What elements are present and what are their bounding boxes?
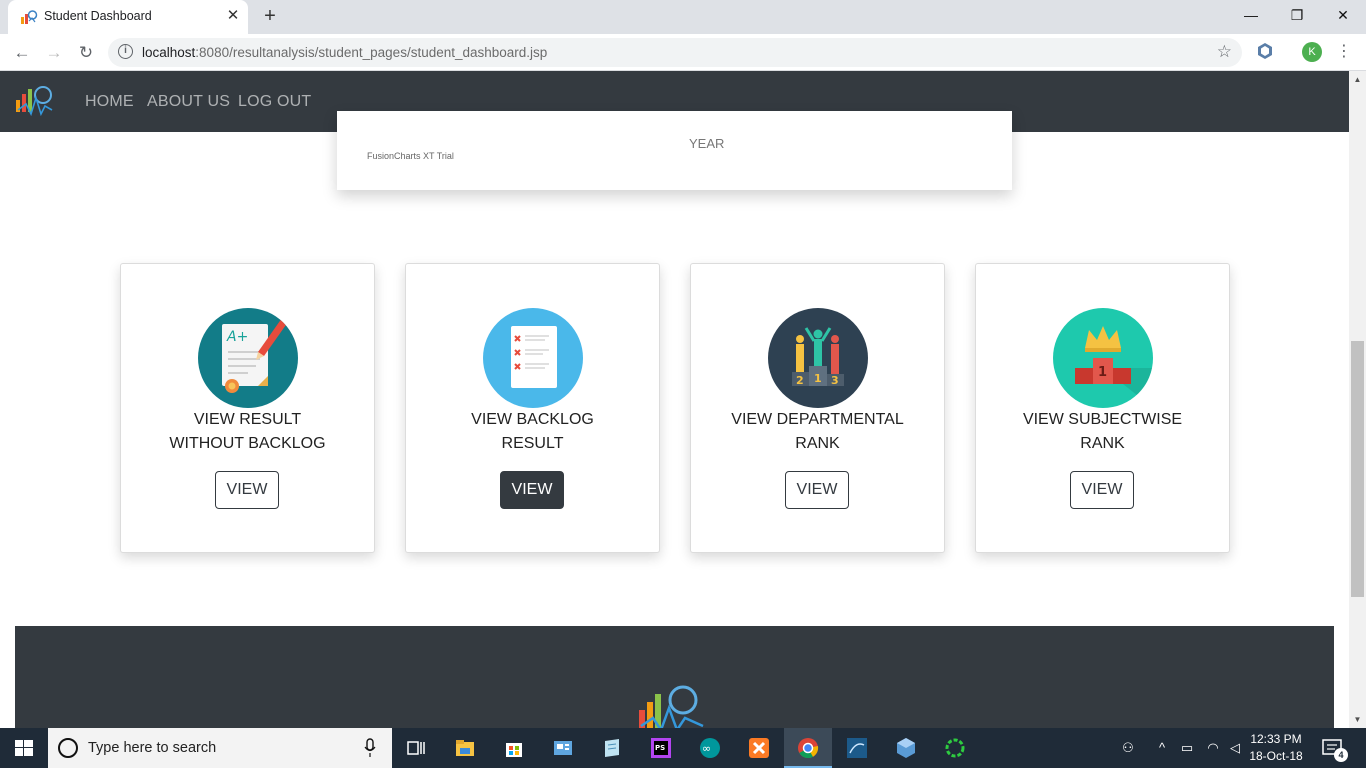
svg-text:2: 2 — [796, 374, 804, 387]
scroll-down-arrow-icon[interactable]: ▼ — [1349, 711, 1366, 728]
address-url[interactable]: localhost:8080/resultanalysis/student_pa… — [142, 45, 547, 60]
page-scrollbar[interactable]: ▲ ▼ — [1349, 71, 1366, 728]
clock-date: 18-Oct-18 — [1249, 749, 1303, 763]
footer-logo-icon — [639, 685, 704, 728]
site-info-icon[interactable]: i — [118, 44, 133, 59]
forward-arrow-icon[interactable]: → — [42, 41, 66, 65]
card-view-result: A+ VIEW RESULT WITHOUT BACKLOG VIEW — [120, 263, 375, 553]
svg-text:∞: ∞ — [702, 742, 711, 755]
phpstorm-icon[interactable]: PS — [637, 728, 685, 768]
card-title: VIEW RESULT WITHOUT BACKLOG — [121, 408, 374, 456]
store-icon[interactable] — [490, 728, 538, 768]
close-window-button[interactable]: ✕ — [1320, 0, 1366, 30]
card-title-line2: RANK — [795, 435, 840, 452]
card-title: VIEW BACKLOG RESULT — [406, 408, 659, 456]
control-panel-icon[interactable] — [539, 728, 587, 768]
crown-podium-icon: 1 — [1053, 308, 1153, 408]
browser-tabstrip: Student Dashboard ✕ + — ❐ ✕ — [0, 0, 1366, 34]
cortana-icon — [58, 738, 78, 758]
view-result-button[interactable]: VIEW — [215, 471, 279, 509]
svg-text:PS: PS — [655, 744, 665, 752]
svg-text:A+: A+ — [226, 329, 248, 345]
back-arrow-icon[interactable]: ← — [10, 41, 34, 65]
notification-count-badge: 4 — [1334, 748, 1348, 762]
certificate-icon: A+ — [198, 308, 298, 408]
card-title-line2: RESULT — [501, 435, 564, 452]
notes-app-icon[interactable] — [588, 728, 636, 768]
restore-button[interactable]: ❐ — [1274, 0, 1320, 30]
address-bar[interactable]: i localhost:8080/resultanalysis/student_… — [108, 38, 1242, 67]
page-viewport: HOME ABOUT US LOG OUT YEAR FusionCharts … — [0, 71, 1349, 728]
scroll-up-arrow-icon[interactable]: ▲ — [1349, 71, 1366, 88]
browser-tab[interactable]: Student Dashboard ✕ — [8, 0, 248, 34]
wifi-icon[interactable]: ◠ — [1202, 728, 1224, 768]
xampp-icon[interactable] — [735, 728, 783, 768]
microphone-icon[interactable] — [364, 738, 376, 758]
card-title: VIEW DEPARTMENTAL RANK — [691, 408, 944, 456]
card-title-line2: WITHOUT BACKLOG — [169, 435, 326, 452]
nav-logout-link[interactable]: LOG OUT — [238, 93, 311, 111]
chart-x-axis-label: YEAR — [689, 136, 725, 151]
windows-start-icon[interactable] — [0, 728, 48, 768]
card-title-line2: RANK — [1080, 435, 1125, 452]
browser-toolbar: ← → ↻ i localhost:8080/resultanalysis/st… — [0, 34, 1366, 71]
mysql-workbench-icon[interactable] — [833, 728, 881, 768]
tab-title: Student Dashboard — [44, 9, 152, 23]
loading-app-icon[interactable] — [931, 728, 979, 768]
card-title-line1: VIEW DEPARTMENTAL — [731, 411, 904, 428]
card-title: VIEW SUBJECTWISE RANK — [976, 408, 1229, 456]
clock-time: 12:33 PM — [1250, 732, 1302, 746]
view-subjectwise-rank-button[interactable]: VIEW — [1070, 471, 1134, 509]
chrome-taskbar-icon[interactable] — [784, 728, 832, 768]
site-logo-icon[interactable] — [14, 84, 56, 118]
scrollbar-thumb[interactable] — [1351, 341, 1364, 597]
show-hidden-icons-chevron-icon[interactable]: ^ — [1152, 728, 1172, 768]
windows-taskbar: Type here to search PS ∞ ⚇ ^ ▭ ◠ ◁ 12:33… — [0, 728, 1366, 768]
site-favicon-icon — [21, 10, 38, 24]
tab-close-icon[interactable]: ✕ — [224, 7, 242, 25]
profile-avatar[interactable]: K — [1302, 42, 1322, 62]
arduino-icon[interactable]: ∞ — [686, 728, 734, 768]
card-view-subjectwise-rank: 1 VIEW SUBJECTWISE RANK VIEW — [975, 263, 1230, 553]
new-tab-button[interactable]: + — [258, 5, 282, 29]
site-footer — [15, 626, 1334, 728]
nav-home-link[interactable]: HOME — [85, 93, 134, 111]
view-departmental-rank-button[interactable]: VIEW — [785, 471, 849, 509]
card-title-line1: VIEW RESULT — [193, 411, 302, 428]
card-title-line1: VIEW BACKLOG — [471, 411, 594, 428]
chart-card: YEAR FusionCharts XT Trial — [337, 111, 1012, 190]
card-view-departmental-rank: 2 1 3 VIEW DEPARTMENTAL RANK VIEW — [690, 263, 945, 553]
view-backlog-button[interactable]: VIEW — [500, 471, 564, 509]
nav-about-link[interactable]: ABOUT US — [147, 93, 230, 111]
bookmark-star-icon[interactable]: ☆ — [1217, 42, 1232, 62]
card-view-backlog: VIEW BACKLOG RESULT VIEW — [405, 263, 660, 553]
url-path: :8080/resultanalysis/student_pages/stude… — [195, 45, 548, 60]
taskbar-search-placeholder: Type here to search — [88, 740, 217, 756]
checklist-icon — [483, 308, 583, 408]
volume-icon[interactable]: ◁ — [1224, 728, 1246, 768]
svg-text:3: 3 — [831, 374, 839, 387]
taskbar-clock[interactable]: 12:33 PM 18-Oct-18 — [1244, 731, 1308, 765]
url-host: localhost — [142, 45, 196, 60]
chart-trial-watermark: FusionCharts XT Trial — [367, 151, 454, 161]
browser-menu-icon[interactable]: ⋮ — [1336, 43, 1352, 61]
battery-icon[interactable]: ▭ — [1176, 728, 1198, 768]
reload-icon[interactable]: ↻ — [74, 41, 98, 65]
minimize-button[interactable]: — — [1228, 0, 1274, 30]
virtualbox-icon[interactable] — [882, 728, 930, 768]
taskbar-search-box[interactable]: Type here to search — [48, 728, 392, 768]
task-view-icon[interactable] — [392, 728, 440, 768]
svg-text:1: 1 — [814, 372, 822, 385]
extension-cube-icon[interactable] — [1256, 42, 1274, 60]
svg-text:1: 1 — [1098, 365, 1107, 380]
card-title-line1: VIEW SUBJECTWISE — [1022, 411, 1183, 428]
podium-people-icon: 2 1 3 — [768, 308, 868, 408]
people-icon[interactable]: ⚇ — [1116, 728, 1140, 768]
file-explorer-icon[interactable] — [441, 728, 489, 768]
